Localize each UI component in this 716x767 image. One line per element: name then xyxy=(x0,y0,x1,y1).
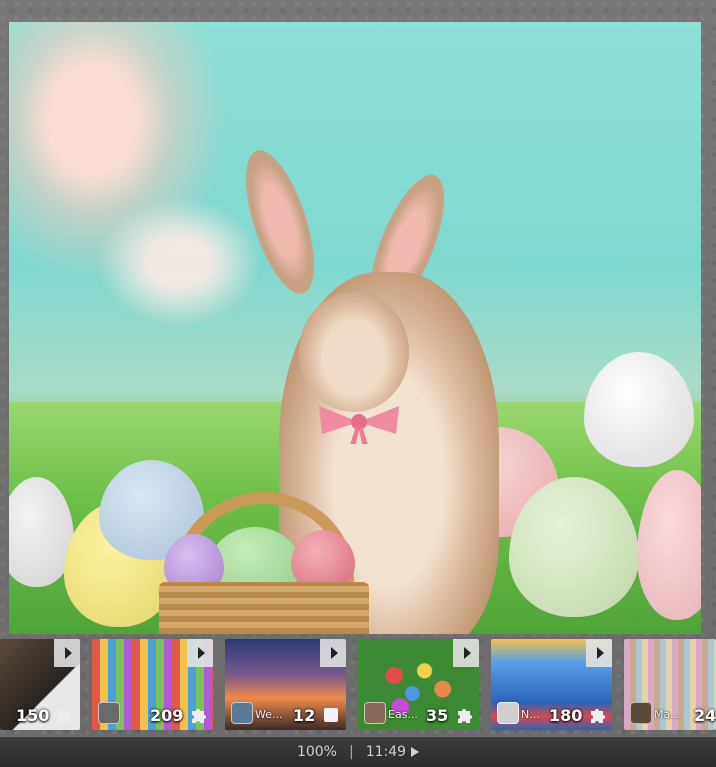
puzzle-piece-icon xyxy=(57,709,71,723)
avatar xyxy=(497,702,519,724)
puzzle-thumbnail[interactable]: We... 12 xyxy=(225,639,346,730)
play-icon[interactable] xyxy=(320,639,346,667)
piece-count: 209 xyxy=(150,706,184,725)
piece-count: 24 xyxy=(694,706,716,725)
play-icon[interactable] xyxy=(411,747,420,757)
puzzle-thumbnail[interactable]: 150 xyxy=(0,639,80,730)
play-icon[interactable] xyxy=(586,639,612,667)
piece-count: 35 xyxy=(426,706,449,725)
zoom-level[interactable]: 100% xyxy=(297,744,337,760)
wicker-basket xyxy=(159,582,369,634)
puzzle-name: We... xyxy=(255,708,283,721)
puzzle-name: Ma... xyxy=(654,708,681,721)
piece-count: 180 xyxy=(549,706,583,725)
avatar xyxy=(630,702,652,724)
play-icon[interactable] xyxy=(187,639,213,667)
puzzle-thumbnail-strip: 150 209 We... 12 Eas... 35 N... 180 Ma..… xyxy=(0,636,716,734)
play-icon[interactable] xyxy=(54,639,80,667)
piece-count: 12 xyxy=(293,706,316,725)
elapsed-time: 11:49 xyxy=(365,744,407,760)
puzzle-piece-icon xyxy=(458,709,472,723)
puzzle-image[interactable] xyxy=(9,22,701,634)
square-icon xyxy=(324,708,338,722)
puzzle-piece-icon xyxy=(192,709,206,723)
easter-egg xyxy=(584,352,694,467)
puzzle-thumbnail[interactable]: N... 180 xyxy=(491,639,612,730)
status-bar: 100% | 11:49 xyxy=(0,737,716,767)
status-separator: | xyxy=(348,744,354,760)
avatar xyxy=(98,702,120,724)
puzzle-name: Eas... xyxy=(388,708,418,721)
bunny-head xyxy=(299,292,409,412)
piece-count: 150 xyxy=(16,706,50,725)
blossom-blur xyxy=(89,192,269,332)
pink-bow xyxy=(319,406,399,444)
puzzle-piece-icon xyxy=(591,709,605,723)
avatar xyxy=(364,702,386,724)
play-icon[interactable] xyxy=(453,639,479,667)
puzzle-thumbnail[interactable]: Eas... 35 xyxy=(358,639,479,730)
avatar xyxy=(231,702,253,724)
puzzle-thumbnail[interactable]: 209 xyxy=(92,639,213,730)
easter-egg xyxy=(291,530,355,590)
puzzle-thumbnail[interactable]: Ma... 24 xyxy=(624,639,716,730)
